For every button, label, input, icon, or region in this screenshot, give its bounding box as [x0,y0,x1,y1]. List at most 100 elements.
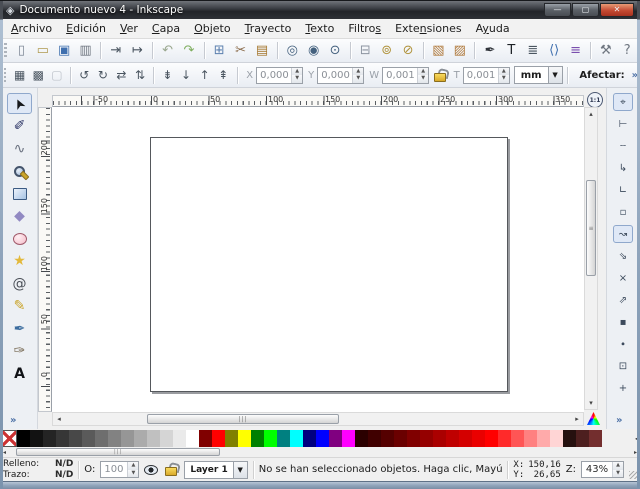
flip-horizontal-icon[interactable]: ⇄ [113,65,130,86]
bezier-tool[interactable]: ✒ [7,318,32,339]
layer-lock-icon[interactable] [165,463,177,476]
color-swatch[interactable] [17,430,30,447]
pencil-tool[interactable]: ✎ [7,296,32,317]
color-swatch[interactable] [576,430,589,447]
deselect-icon[interactable]: ▢ [49,65,66,86]
zoom-field[interactable]: 43% ▲▼ [581,461,624,478]
help-icon[interactable]: ? [618,40,637,61]
color-swatch[interactable] [472,430,485,447]
w-field-spinner[interactable]: ▲▼ [417,68,428,83]
color-swatch[interactable] [238,430,251,447]
text-dialog-icon[interactable]: T [502,40,521,61]
xml-editor-icon[interactable]: ⟨⟩ [544,40,563,61]
zoom-tool[interactable] [7,161,32,182]
rectangle-tool[interactable] [7,183,32,204]
menu-ver[interactable]: Ver [113,20,145,37]
snap-cusp-nodes-icon[interactable]: ⇗ [613,291,633,309]
lower-to-bottom-icon[interactable]: ⇟ [159,65,176,86]
node-tool[interactable]: ✐ [7,116,32,137]
menu-trayecto[interactable]: Trayecto [238,20,299,37]
scroll-right-icon[interactable]: ▸ [571,413,583,425]
color-swatch[interactable] [394,430,407,447]
unit-selector[interactable]: mm▼ [514,66,563,84]
export-document-icon[interactable]: ↦ [128,40,147,61]
color-swatch[interactable] [82,430,95,447]
scroll-up-icon[interactable]: ▴ [585,108,597,120]
raise-icon[interactable]: ↑ [196,65,213,86]
color-swatch[interactable] [225,430,238,447]
palette-scrollbar[interactable]: ◂ ||| ▸ [0,448,640,457]
color-swatch[interactable] [108,430,121,447]
color-swatch[interactable] [277,430,290,447]
y-field[interactable]: 0,000▲▼ [317,67,364,84]
opacity-spinner[interactable]: ▲▼ [127,462,138,477]
open-document-icon[interactable]: ▭ [33,40,52,61]
menu-filtros[interactable]: Filtros [341,20,388,37]
x-field[interactable]: 0,000▲▼ [256,67,303,84]
scroll-down-icon[interactable]: ▾ [585,397,597,409]
color-swatch[interactable] [251,430,264,447]
palette-scroll-left-icon[interactable]: ◂ [3,449,6,456]
snap-enable-icon[interactable]: ⌖ [613,93,633,111]
canvas[interactable] [52,107,584,412]
vertical-scroll-thumb[interactable]: ≡ [586,180,596,276]
color-swatch[interactable] [212,430,225,447]
snap-overflow-button[interactable]: » [616,415,622,426]
lock-ratio-icon[interactable] [434,69,443,82]
color-swatch[interactable] [459,430,472,447]
rotate-ccw-icon[interactable]: ↺ [76,65,93,86]
color-swatch[interactable] [524,430,537,447]
color-swatch[interactable] [264,430,277,447]
fill-stroke-dialog-icon[interactable]: ✒ [480,40,499,61]
vertical-scrollbar[interactable]: ▴ ≡ ▾ [584,107,598,410]
cut-icon[interactable]: ✂ [231,40,250,61]
color-swatch[interactable] [407,430,420,447]
minimize-button[interactable]: — [544,3,571,17]
t-field[interactable]: 0,001▲▼ [463,67,510,84]
color-swatch[interactable] [550,430,563,447]
box3d-tool[interactable]: ◆ [7,206,32,227]
toolbox-overflow-button[interactable]: » [10,415,16,426]
create-clone-icon[interactable]: ⊚ [377,40,396,61]
snap-bbox-edges-icon[interactable]: ┄ [613,137,633,155]
selector-tool[interactable]: ➤ [7,93,32,114]
snap-smooth-nodes-icon[interactable]: ▪ [613,313,633,331]
color-swatch[interactable] [433,430,446,447]
ellipse-tool[interactable] [7,228,32,249]
color-swatch[interactable] [368,430,381,447]
fill-stroke-indicator[interactable]: Relleno: N/D Trazo: N/D [3,459,73,480]
document-page[interactable] [150,137,508,392]
color-swatch[interactable] [173,430,186,447]
y-field-spinner[interactable]: ▲▼ [352,68,363,83]
ungroup-objects-icon[interactable]: ▨ [450,40,469,61]
toolbar-grip[interactable] [4,43,7,58]
color-swatch[interactable] [43,430,56,447]
color-swatch[interactable] [537,430,550,447]
color-swatch[interactable] [121,430,134,447]
horizontal-scrollbar[interactable]: ◂ ||| ▸ [52,412,584,426]
snap-page-border-icon[interactable]: + [613,379,633,397]
unit-dropdown-icon[interactable]: ▼ [548,67,562,83]
snap-paths-icon[interactable]: ⇘ [613,247,633,265]
menu-extensiones[interactable]: Extensiones [388,20,469,37]
color-swatch[interactable] [342,430,355,447]
color-management-icon[interactable] [587,412,600,425]
duplicate-icon[interactable]: ⊟ [356,40,375,61]
preferences-icon[interactable]: ⚒ [596,40,615,61]
horizontal-scroll-thumb[interactable]: ||| [147,414,339,424]
menu-ayuda[interactable]: Ayuda [469,20,517,37]
color-swatch[interactable] [56,430,69,447]
w-field[interactable]: 0,001▲▼ [382,67,429,84]
zoom-to-page-icon[interactable]: ⊙ [325,40,344,61]
spiral-tool[interactable]: @ [7,273,32,294]
color-swatch[interactable] [563,430,576,447]
layer-visibility-eye-icon[interactable] [144,465,158,475]
color-swatch[interactable] [420,430,433,447]
opacity-field[interactable]: 100 ▲▼ [100,461,139,478]
import-document-icon[interactable]: ⇥ [106,40,125,61]
x-field-spinner[interactable]: ▲▼ [291,68,302,83]
copy-icon[interactable]: ⊞ [210,40,229,61]
save-document-icon[interactable]: ▣ [55,40,74,61]
color-swatch[interactable] [498,430,511,447]
group-objects-icon[interactable]: ▧ [429,40,448,61]
